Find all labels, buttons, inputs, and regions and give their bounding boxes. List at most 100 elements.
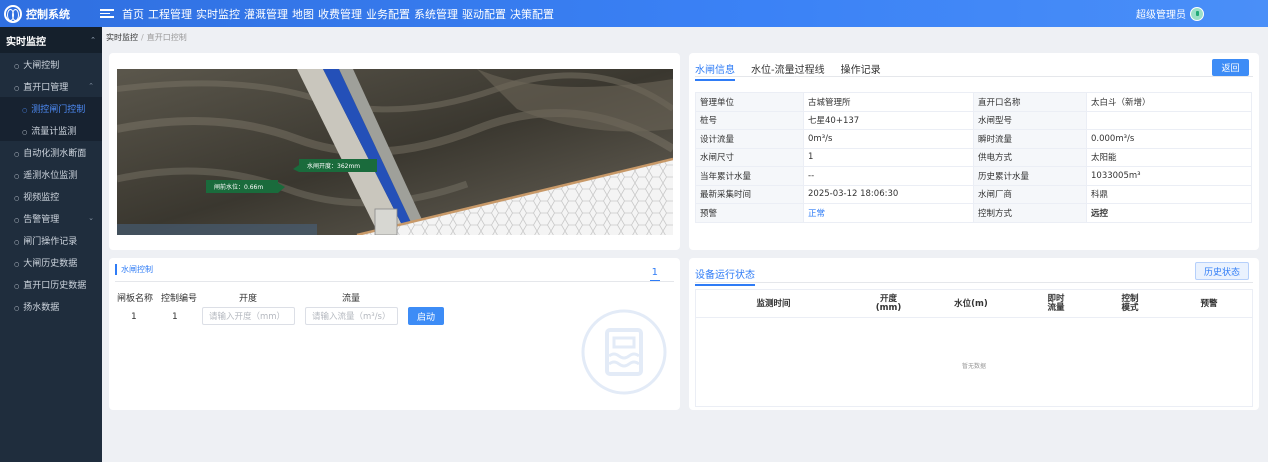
nav-item-decision-config[interactable]: 决策配置 xyxy=(508,6,556,22)
col-control-mode: 控制 模式 xyxy=(1121,294,1139,313)
info-key: 管理单位 xyxy=(695,92,804,112)
col-flow: 流量 xyxy=(342,294,361,304)
gate-control-panel: 水闸控制 1 闸板名称 控制编号 开度 流量 1 1 请输入开度（mm） 请输入… xyxy=(109,258,680,410)
col-instant-flow: 即时 流量 xyxy=(1047,294,1065,313)
menu-toggle-icon[interactable] xyxy=(100,9,114,18)
warning-status: 正常 xyxy=(803,203,974,223)
opening-input[interactable]: 请输入开度（mm） xyxy=(202,307,295,325)
logo-icon xyxy=(4,4,22,23)
sidebar-item-label: 大闸历史数据 xyxy=(14,256,77,269)
sidebar: 实时监控 ⌃ 大闸控制 直开口管理⌃ 测控闸门控制 流量计监测 自动化测水断面 … xyxy=(0,27,102,462)
breadcrumb: 实时监控 / 直开口控制 xyxy=(106,32,187,43)
breadcrumb-root[interactable]: 实时监控 xyxy=(106,33,138,42)
start-button[interactable]: 启动 xyxy=(408,307,444,325)
chevron-up-icon: ⌃ xyxy=(90,36,96,44)
gate-scene-panel: 水闸开度：362mm 闸前水位：0.66m xyxy=(109,53,680,250)
sidebar-item-outlet-history[interactable]: 直开口历史数据 xyxy=(0,273,102,295)
info-value: 0m³/s xyxy=(803,129,974,149)
info-value: 1 xyxy=(803,147,974,167)
sidebar-item-video[interactable]: 视频监控 xyxy=(0,185,102,207)
nav-item-billing[interactable]: 收费管理 xyxy=(316,6,364,22)
col-water-level: 水位(m) xyxy=(954,298,988,309)
sidebar-item-label: 遥测水位监测 xyxy=(14,168,77,181)
info-value: 古城管理所 xyxy=(803,92,974,112)
level-label: 闸前水位：0.66m xyxy=(214,184,264,191)
info-key: 水闸尺寸 xyxy=(695,147,804,167)
sidebar-header[interactable]: 实时监控 ⌃ xyxy=(0,27,102,53)
gate-name-value: 1 xyxy=(131,312,137,322)
table-row: 桩号 七星40+137 水闸型号 xyxy=(695,110,1252,130)
col-warning: 预警 xyxy=(1200,298,1218,309)
nav-item-monitoring[interactable]: 实时监控 xyxy=(194,6,242,22)
control-mode-value: 远控 xyxy=(1086,203,1252,223)
sidebar-header-label: 实时监控 xyxy=(6,36,46,48)
info-tabs: 水闸信息 水位-流量过程线 操作记录 xyxy=(695,61,881,81)
tab-operation-log[interactable]: 操作记录 xyxy=(841,61,881,81)
gate-scene-image: 水闸开度：362mm 闸前水位：0.66m xyxy=(117,69,673,235)
gate-info-panel: 水闸信息 水位-流量过程线 操作记录 返回 管理单位 古城管理所 直开口名称 太… xyxy=(689,53,1259,250)
sidebar-item-label: 流量计监测 xyxy=(22,124,76,137)
sidebar-item-gate-control[interactable]: 大闸控制 xyxy=(0,53,102,75)
flow-input[interactable]: 请输入流量（m³/s） xyxy=(305,307,398,325)
sidebar-item-label: 自动化测水断面 xyxy=(14,146,86,159)
sidebar-item-direct-outlet[interactable]: 直开口管理 ⌃ xyxy=(0,75,102,97)
breadcrumb-separator: / xyxy=(141,33,144,42)
sidebar-item-auto-section[interactable]: 自动化测水断面 xyxy=(0,141,102,163)
info-key: 水闸型号 xyxy=(973,110,1087,130)
nav-item-map[interactable]: 地图 xyxy=(290,6,316,22)
sidebar-item-flowmeter[interactable]: 流量计监测 xyxy=(0,119,102,141)
user-menu[interactable]: 超级管理员 xyxy=(1136,0,1204,27)
brand[interactable]: 控制系统 xyxy=(0,0,102,27)
table-row: 设计流量 0m³/s 瞬时流量 0.000m³/s xyxy=(695,129,1252,149)
info-key: 水闸厂商 xyxy=(973,184,1087,204)
history-status-button[interactable]: 历史状态 xyxy=(1195,262,1249,280)
nav-item-home[interactable]: 首页 xyxy=(120,6,146,22)
back-button[interactable]: 返回 xyxy=(1212,59,1249,76)
control-divider xyxy=(115,281,674,282)
chevron-down-icon: ⌄ xyxy=(88,214,94,222)
nav-item-system[interactable]: 系统管理 xyxy=(412,6,460,22)
info-value: 太白斗（新增） xyxy=(1086,92,1252,112)
sidebar-item-label: 告警管理 xyxy=(14,212,59,225)
app-title: 控制系统 xyxy=(26,7,70,21)
info-value: 太阳能 xyxy=(1086,147,1252,167)
sidebar-item-label: 直开口管理 xyxy=(14,80,68,93)
info-key: 直开口名称 xyxy=(973,92,1087,112)
table-row: 当年累计水量 -- 历史累计水量 1033005m³ xyxy=(695,166,1252,186)
device-status-panel: 设备运行状态 历史状态 监测时间 开度 (mm) 水位(m) 即时 流量 控制 … xyxy=(689,258,1259,410)
sidebar-item-label: 测控闸门控制 xyxy=(22,102,85,115)
sidebar-item-alarm[interactable]: 告警管理 ⌄ xyxy=(0,207,102,229)
top-bar: 控制系统 首页 工程管理 实时监控 灌溉管理 地图 收费管理 业务配置 系统管理… xyxy=(0,0,1268,27)
sidebar-item-pumping-data[interactable]: 扬水数据 xyxy=(0,295,102,317)
nav-item-business-config[interactable]: 业务配置 xyxy=(364,6,412,22)
tab-gate-info[interactable]: 水闸信息 xyxy=(695,61,735,81)
control-title: 水闸控制 xyxy=(115,264,153,275)
info-value: -- xyxy=(803,166,974,186)
nav-item-engineering[interactable]: 工程管理 xyxy=(146,6,194,22)
info-key: 最新采集时间 xyxy=(695,184,804,204)
nav-item-driver-config[interactable]: 驱动配置 xyxy=(460,6,508,22)
control-code-value: 1 xyxy=(172,312,178,322)
status-table-header: 监测时间 开度 (mm) 水位(m) 即时 流量 控制 模式 预警 xyxy=(696,290,1252,318)
nav-item-irrigation[interactable]: 灌溉管理 xyxy=(242,6,290,22)
sidebar-item-gate-measure-control[interactable]: 测控闸门控制 xyxy=(0,97,102,119)
info-key: 设计流量 xyxy=(695,129,804,149)
sidebar-item-telemetry-level[interactable]: 遥测水位监测 xyxy=(0,163,102,185)
info-key: 当年累计水量 xyxy=(695,166,804,186)
tab-level-flow-curve[interactable]: 水位-流量过程线 xyxy=(751,61,825,81)
info-value: 七星40+137 xyxy=(803,110,974,130)
breadcrumb-current: 直开口控制 xyxy=(146,33,187,42)
avatar[interactable] xyxy=(1190,6,1204,21)
info-value: 2025-03-12 18:06:30 xyxy=(803,184,974,204)
sidebar-item-gate-ops-log[interactable]: 闸门操作记录 xyxy=(0,229,102,251)
sidebar-item-label: 扬水数据 xyxy=(14,300,59,313)
info-key: 供电方式 xyxy=(973,147,1087,167)
info-value: 科鼎 xyxy=(1086,184,1252,204)
status-divider xyxy=(695,282,1253,283)
info-key: 瞬时流量 xyxy=(973,129,1087,149)
control-tab-1[interactable]: 1 xyxy=(649,267,660,281)
gate-watermark-icon xyxy=(581,309,667,395)
info-key: 控制方式 xyxy=(973,203,1087,223)
sidebar-item-gate-history[interactable]: 大闸历史数据 xyxy=(0,251,102,273)
info-key: 历史累计水量 xyxy=(973,166,1087,186)
